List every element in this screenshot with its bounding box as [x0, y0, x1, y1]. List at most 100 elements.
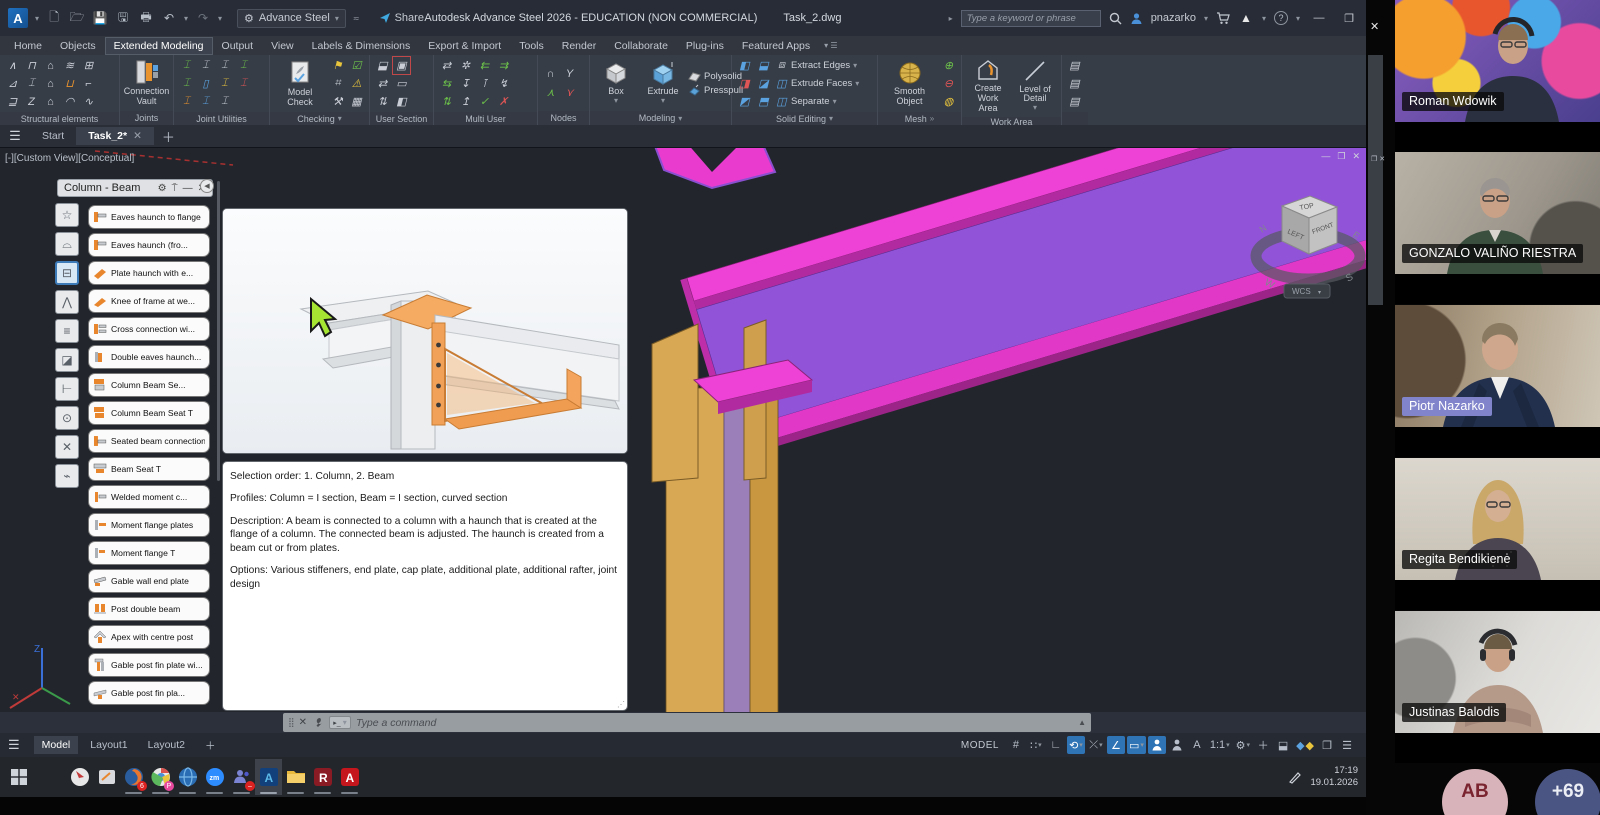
checking-caret-icon[interactable]: ▾	[338, 114, 342, 123]
connection-item[interactable]: Gable wall end plate	[88, 569, 210, 593]
viewport-view-label[interactable]: [-][Custom View][Conceptual]	[5, 153, 134, 164]
command-line-close-icon[interactable]: ✕	[299, 717, 307, 728]
command-line-drag-handle[interactable]: ⣿	[288, 717, 294, 728]
participant-tile[interactable]: Piotr Nazarko	[1395, 305, 1600, 457]
create-work-area-button[interactable]: Create Work Area	[966, 57, 1010, 115]
smooth-object-button[interactable]: Smooth Object	[882, 60, 937, 108]
connection-item[interactable]: Moment flange plates	[88, 513, 210, 537]
workspace-settings-icon[interactable]: ⚙▾	[1234, 736, 1252, 754]
connection-item[interactable]: Eaves haunch to flange	[88, 205, 210, 229]
z-profile-icon[interactable]: Z	[23, 93, 40, 110]
section-top-icon[interactable]: ⬓	[374, 57, 391, 74]
qat-overflow-icon[interactable]: ≂	[353, 14, 360, 23]
model-space-badge[interactable]: MODEL	[961, 740, 999, 751]
user-caret-icon[interactable]: ▾	[1204, 14, 1208, 23]
category-favourites-icon[interactable]: ☆	[55, 203, 79, 227]
mu-transfer-icon[interactable]: ⊺	[476, 75, 493, 92]
union-icon[interactable]: ◧	[736, 57, 753, 74]
customize-wrench-icon[interactable]	[312, 717, 324, 729]
search-expand-icon[interactable]: ▸	[949, 14, 953, 23]
mu-local-icon[interactable]: ↯	[495, 75, 512, 92]
workspace-switcher[interactable]: ⚙ Advance Steel ▾	[237, 9, 346, 28]
status-menu-icon[interactable]: ☰	[1338, 736, 1356, 754]
check-audit-icon[interactable]: ⚠	[348, 75, 365, 92]
mu-update-icon[interactable]: ⇇	[476, 57, 493, 74]
plate-tool-icon[interactable]: ≋	[61, 57, 78, 74]
save-icon[interactable]: 💾	[92, 10, 108, 26]
plot-icon[interactable]: 🖶	[138, 10, 154, 26]
resize-grip[interactable]: ⋰	[617, 700, 625, 709]
mu-reject-icon[interactable]: ✗	[495, 93, 512, 110]
open-folder-icon[interactable]: 🗁	[69, 10, 85, 26]
joint-add-icon[interactable]: ⌶	[178, 57, 195, 74]
section-side-icon[interactable]: ⇅	[374, 93, 391, 110]
panel-collapse-icon[interactable]: ✕	[1379, 155, 1385, 163]
new-file-icon[interactable]: 🗋	[46, 10, 62, 26]
model-check-button[interactable]: Model Check	[274, 59, 326, 109]
section-shape-icon[interactable]: ◧	[393, 93, 410, 110]
level-of-detail-button[interactable]: Level of Detail▾	[1013, 58, 1057, 115]
check-weld-icon[interactable]: ⚒	[329, 93, 346, 110]
app-menu-button[interactable]: A	[8, 8, 28, 28]
category-gusset-icon[interactable]: ◪	[55, 348, 79, 372]
app-menu-caret-icon[interactable]: ▾	[35, 14, 39, 23]
house-icon[interactable]: ⌂	[42, 93, 59, 110]
annotation-scale-control[interactable]: 1:1▾	[1208, 736, 1232, 754]
interfere-icon[interactable]: ◪	[755, 75, 772, 92]
wcs-caret-icon[interactable]: ▾	[1318, 290, 1321, 296]
participant-tile[interactable]: GONZALO VALIÑO RIESTRA	[1395, 152, 1600, 304]
taskbar-app-rstudio[interactable]: R	[309, 759, 336, 795]
autodesk-app-icon[interactable]: ▲	[1238, 10, 1254, 26]
subtract-icon[interactable]: ◨	[736, 75, 753, 92]
check-report-icon[interactable]: ▦	[348, 93, 365, 110]
layout-tab-model[interactable]: Model	[34, 736, 79, 754]
object-snap-icon[interactable]: ▭▾	[1127, 736, 1146, 754]
joint-tool-icon[interactable]: ⌶	[216, 93, 233, 110]
joint-select-icon[interactable]: ⌶	[197, 57, 214, 74]
mu-sync-icon[interactable]: ⇅	[438, 93, 455, 110]
ring-icon[interactable]: ◠	[61, 93, 78, 110]
ortho-mode-icon[interactable]: ∟	[1047, 736, 1065, 754]
joint-update-icon[interactable]: ⌶	[216, 57, 233, 74]
taskbar-app-pointer[interactable]	[66, 759, 93, 795]
pen-tray-icon[interactable]	[1288, 770, 1302, 784]
object-snap-tracking-icon[interactable]: ∠	[1107, 736, 1125, 754]
viewport-restore-icon[interactable]: ❐	[1337, 151, 1345, 162]
close-tab-icon[interactable]: ✕	[133, 130, 142, 142]
isolate-objects-icon[interactable]: ⬓	[1274, 736, 1292, 754]
username[interactable]: pnazarko	[1151, 12, 1196, 24]
tab-featured-apps[interactable]: Featured Apps	[734, 38, 818, 54]
graphics-performance-icon[interactable]: ◆◆	[1294, 736, 1316, 754]
tab-output[interactable]: Output	[214, 38, 262, 54]
joint-search-icon[interactable]: ⌶	[216, 75, 233, 92]
doc-tabs-menu-icon[interactable]: ☰	[0, 128, 30, 144]
bracing-tool-icon[interactable]: ⊒	[4, 93, 21, 110]
mu-master-icon[interactable]: ✲	[457, 57, 474, 74]
viewport-minimize-icon[interactable]: —	[1321, 151, 1330, 162]
portal-frame-icon[interactable]: ⊓	[23, 57, 40, 74]
connection-item[interactable]: Moment flange T	[88, 541, 210, 565]
search-input[interactable]	[961, 10, 1101, 27]
taskbar-app-acrobat[interactable]: A	[336, 759, 363, 795]
taskbar-app-zoom[interactable]: zm	[201, 759, 228, 795]
tab-task-2[interactable]: Task_2*✕	[76, 127, 154, 145]
check-clash-icon[interactable]: ⌗	[329, 75, 346, 92]
new-tab-icon[interactable]: ＋	[162, 127, 175, 146]
connection-item[interactable]: Gable post fin pla...	[88, 681, 210, 705]
check-ok-icon[interactable]: ☑	[348, 57, 365, 74]
tab-start[interactable]: Start	[30, 127, 76, 145]
section-insert-icon[interactable]: ⇄	[374, 75, 391, 92]
check-flag-icon[interactable]: ⚑	[329, 57, 346, 74]
connection-item[interactable]: Post double beam	[88, 597, 210, 621]
category-base-plates-icon[interactable]: ⌓	[55, 232, 79, 256]
joint-copy-icon[interactable]: ⌶	[178, 75, 195, 92]
box-button[interactable]: Box▾	[594, 60, 638, 107]
tab-objects[interactable]: Objects	[52, 38, 104, 54]
palette-scrollbar[interactable]	[217, 181, 220, 481]
tab-view[interactable]: View	[263, 38, 302, 54]
layout-menu-icon[interactable]: ☰	[8, 737, 20, 753]
lineweight-icon[interactable]	[1168, 736, 1186, 754]
extrude-button[interactable]: Extrude▾	[641, 60, 685, 107]
recent-commands-chip[interactable]: ▸_▾	[329, 716, 351, 729]
layout-tab-layout1[interactable]: Layout1	[82, 736, 135, 754]
